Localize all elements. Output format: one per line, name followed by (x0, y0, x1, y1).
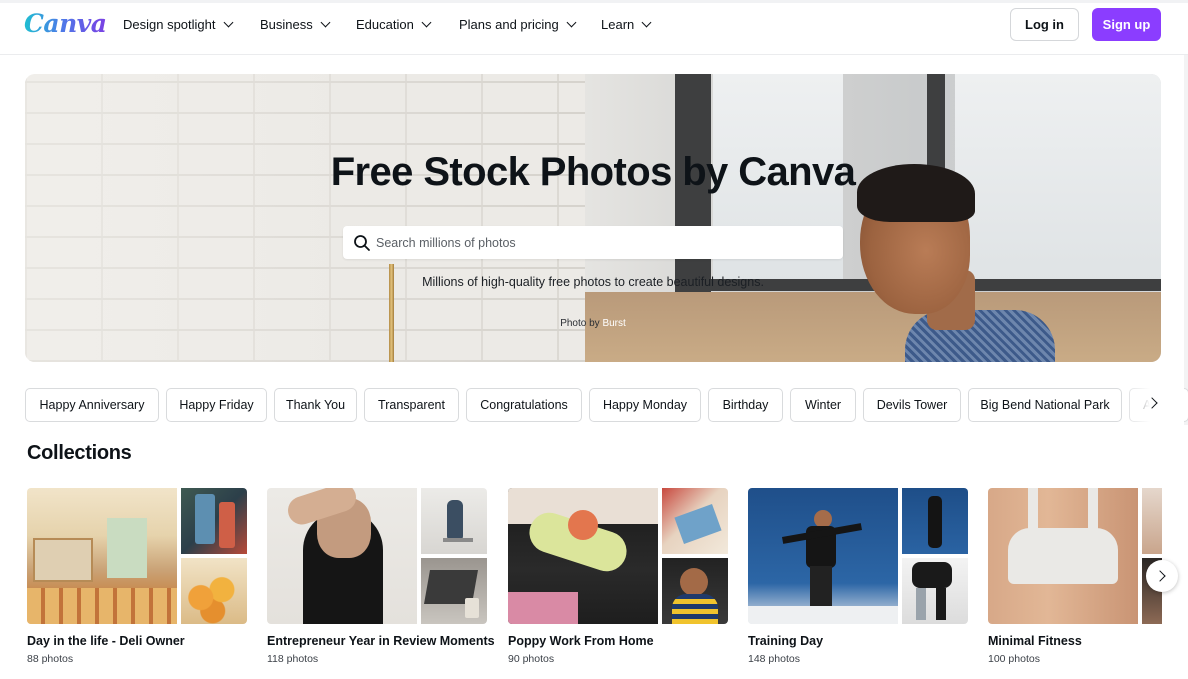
collection-photo-side (902, 488, 968, 554)
collection-photo-side (421, 488, 487, 554)
nav-learn[interactable]: Learn (601, 17, 652, 32)
collection-card[interactable]: Day in the life - Deli Owner 88 photos (27, 488, 247, 668)
collection-photo-side (662, 558, 728, 624)
collection-photo-side (421, 558, 487, 624)
hero-subtitle: Millions of high-quality free photos to … (422, 275, 764, 289)
scrollbar-track[interactable] (1184, 55, 1188, 425)
collection-title[interactable]: Poppy Work From Home (508, 634, 654, 648)
search-bar[interactable] (343, 226, 843, 259)
tag-chip[interactable]: Thank You (274, 388, 357, 422)
page-title: Free Stock Photos by Canva (330, 150, 856, 194)
collection-count: 88 photos (27, 653, 74, 665)
tag-chip[interactable]: Happy Anniversary (25, 388, 159, 422)
chevron-down-icon (320, 17, 331, 28)
nav-label: Business (260, 17, 313, 32)
chevron-down-icon (223, 17, 233, 28)
collections-heading: Collections (27, 442, 132, 464)
collection-title[interactable]: Entrepreneur Year in Review Moments (267, 634, 495, 648)
collection-title[interactable]: Minimal Fitness (988, 634, 1082, 648)
collection-photo-main (267, 488, 417, 624)
collection-count: 100 photos (988, 653, 1040, 665)
nav-label: Plans and pricing (459, 17, 559, 32)
nav-label: Design spotlight (123, 17, 216, 32)
nav-label: Learn (601, 17, 635, 32)
photo-credit-author-link[interactable]: Burst (602, 318, 625, 329)
tag-chip[interactable]: Transparent (364, 388, 459, 422)
photo-credit-prefix: Photo by (560, 318, 603, 329)
chevron-right-icon (1154, 570, 1166, 582)
nav-business[interactable]: Business (260, 17, 331, 32)
chevron-down-icon (641, 17, 652, 28)
nav-education[interactable]: Education (356, 17, 432, 32)
signup-button[interactable]: Sign up (1092, 8, 1161, 41)
nav-label: Education (356, 17, 414, 32)
top-navigation: Canva Design spotlight Business Educatio… (0, 3, 1188, 55)
collection-card[interactable]: Poppy Work From Home 90 photos (508, 488, 728, 668)
collection-card[interactable]: Training Day 148 photos (748, 488, 968, 668)
hero-banner: Free Stock Photos by Canva Millions of h… (25, 74, 1161, 362)
collection-photo-main (27, 488, 177, 624)
collection-count: 118 photos (267, 653, 319, 665)
collection-count: 148 photos (748, 653, 800, 665)
tag-chip[interactable]: Congratulations (466, 388, 582, 422)
login-button[interactable]: Log in (1010, 8, 1079, 41)
collection-photo-side (181, 488, 247, 554)
tag-chip[interactable]: Birthday (708, 388, 783, 422)
tag-chip[interactable]: Winter (790, 388, 856, 422)
collection-card[interactable]: Entrepreneur Year in Review Moments 118 … (267, 488, 495, 668)
search-input[interactable] (376, 226, 836, 259)
nav-plans-and-pricing[interactable]: Plans and pricing (459, 17, 577, 32)
collection-photo-main (508, 488, 658, 624)
chevron-down-icon (421, 17, 432, 28)
collection-count: 90 photos (508, 653, 555, 665)
collection-photo-side (902, 558, 968, 624)
search-icon (354, 235, 370, 251)
collection-photo-side (662, 488, 728, 554)
collection-photo-side (181, 558, 247, 624)
collection-photo-main (748, 488, 898, 624)
tag-chip[interactable]: Devils Tower (863, 388, 961, 422)
nav-design-spotlight[interactable]: Design spotlight (123, 17, 233, 32)
tag-chip[interactable]: Happy Friday (166, 388, 267, 422)
collection-title[interactable]: Day in the life - Deli Owner (27, 634, 185, 648)
chevron-down-icon (566, 17, 577, 28)
collection-photo-main (988, 488, 1138, 624)
next-collections-button[interactable] (1146, 560, 1178, 592)
tag-chip[interactable]: Happy Monday (589, 388, 701, 422)
photo-credit: Photo by Burst (25, 318, 1161, 329)
tag-chip[interactable]: Big Bend National Park (968, 388, 1122, 422)
collection-title[interactable]: Training Day (748, 634, 823, 648)
canva-logo[interactable]: Canva (24, 9, 107, 38)
